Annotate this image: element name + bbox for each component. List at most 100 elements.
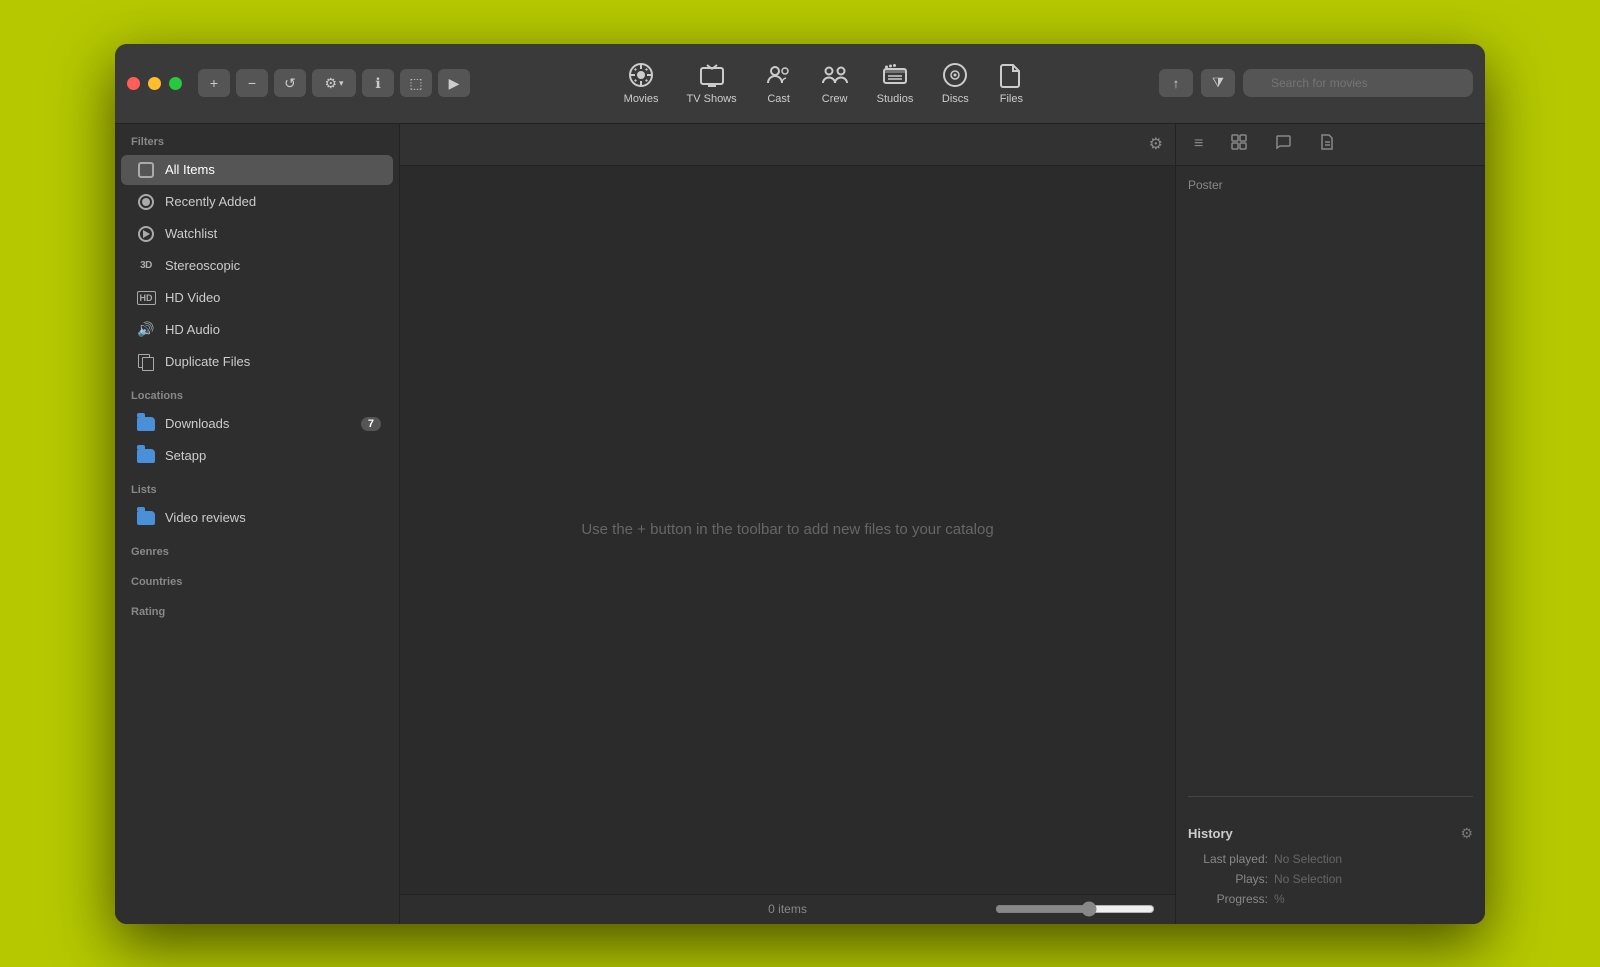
downloads-badge: 7 [361,417,381,431]
sidebar-item-video-reviews[interactable]: Video reviews [121,503,393,533]
locations-header[interactable]: Locations [115,378,399,408]
divider [1188,796,1473,797]
history-header: History ⚙ [1188,825,1473,842]
toolbar-left: + − ↺ ⚙ ▾ ℹ ⬚ ▶ [198,69,470,97]
all-items-icon [137,161,155,179]
right-panel-content: Poster [1176,166,1485,817]
refresh-button[interactable]: ↺ [274,69,306,97]
downloads-label: Downloads [165,416,229,431]
tvshows-icon [698,61,726,89]
nav-crew[interactable]: Crew [821,61,849,105]
close-button[interactable] [127,77,140,90]
play-icon: ▶ [449,75,460,92]
cast-icon [765,61,793,89]
toolbar-right: ↑ ⧩ 🔍 [1159,69,1473,97]
sidebar-item-setapp[interactable]: Setapp [121,441,393,471]
sidebar-item-stereoscopic[interactable]: 3D Stereoscopic [121,251,393,281]
downloads-folder-icon [137,415,155,433]
sidebar-item-watchlist[interactable]: Watchlist [121,219,393,249]
sidebar: Filters All Items Recently Added [115,124,400,924]
empty-state-text: Use the + button in the toolbar to add n… [581,521,993,538]
stereoscopic-label: Stereoscopic [165,258,240,273]
tab-chat-view[interactable] [1269,130,1297,159]
chevron-down-icon: ▾ [339,78,344,89]
zoom-slider[interactable] [995,901,1155,917]
sidebar-item-hd-audio[interactable]: 🔊 HD Audio [121,315,393,345]
history-row-progress: Progress: % [1188,892,1473,906]
hd-audio-icon: 🔊 [137,321,155,339]
status-bar: 0 items [400,894,1175,924]
window-controls [127,77,182,90]
stereoscopic-icon: 3D [137,257,155,275]
movies-icon [627,61,655,89]
last-played-value: No Selection [1274,852,1342,866]
plays-value: No Selection [1274,872,1342,886]
nav-cast[interactable]: Cast [765,61,793,105]
nav-studios-label: Studios [877,93,914,105]
history-section: History ⚙ Last played: No Selection Play… [1176,817,1485,924]
sidebar-item-all-items[interactable]: All Items [121,155,393,185]
nav-discs[interactable]: Discs [941,61,969,105]
nav-tvshows[interactable]: TV Shows [687,61,737,105]
share-icon: ↑ [1173,76,1180,91]
sidebar-item-duplicate-files[interactable]: Duplicate Files [121,347,393,377]
main-content: Filters All Items Recently Added [115,124,1485,924]
right-panel: ≡ [1175,124,1485,924]
setapp-folder-icon [137,447,155,465]
minus-button[interactable]: − [236,69,268,97]
hd-video-label: HD Video [165,290,220,305]
nav-studios[interactable]: Studios [877,61,914,105]
add-button[interactable]: + [198,69,230,97]
rating-header[interactable]: Rating [115,594,399,624]
files-icon [997,61,1025,89]
center-settings-icon[interactable]: ⚙ [1149,134,1163,154]
nav-movies[interactable]: Movies [624,61,659,105]
sidebar-item-recently-added[interactable]: Recently Added [121,187,393,217]
maximize-button[interactable] [169,77,182,90]
info-button[interactable]: ℹ [362,69,394,97]
history-row-plays: Plays: No Selection [1188,872,1473,886]
chat-icon [1275,134,1291,150]
hd-video-icon: HD [137,289,155,307]
nav-discs-label: Discs [942,93,969,105]
video-reviews-icon [137,509,155,527]
nav-files-label: Files [1000,93,1023,105]
lists-header[interactable]: Lists [115,472,399,502]
sidebar-item-downloads[interactable]: Downloads 7 [121,409,393,439]
image-button[interactable]: ⬚ [400,69,432,97]
share-button[interactable]: ↑ [1159,69,1193,97]
minimize-button[interactable] [148,77,161,90]
history-gear-icon[interactable]: ⚙ [1460,825,1473,842]
countries-header[interactable]: Countries [115,564,399,594]
poster-section: Poster [1188,178,1473,788]
gear-button[interactable]: ⚙ ▾ [312,69,356,97]
play-button[interactable]: ▶ [438,69,470,97]
item-count: 0 items [768,902,807,916]
nav-cast-label: Cast [767,93,790,105]
filter-button[interactable]: ⧩ [1201,69,1235,97]
app-window: + − ↺ ⚙ ▾ ℹ ⬚ ▶ [115,44,1485,924]
zoom-slider-container [995,901,1155,917]
grid-view-icon [1231,134,1247,150]
sidebar-item-hd-video[interactable]: HD HD Video [121,283,393,313]
info-icon: ℹ [375,75,380,92]
recently-added-icon [137,193,155,211]
tab-list-view[interactable]: ≡ [1188,131,1209,157]
tab-doc-view[interactable] [1313,130,1341,159]
genres-header[interactable]: Genres [115,534,399,564]
history-title: History [1188,826,1233,841]
tab-grid-view[interactable] [1225,130,1253,159]
title-bar: + − ↺ ⚙ ▾ ℹ ⬚ ▶ [115,44,1485,124]
all-items-label: All Items [165,162,215,177]
last-played-key: Last played: [1188,852,1268,866]
history-row-last-played: Last played: No Selection [1188,852,1473,866]
duplicate-files-label: Duplicate Files [165,354,250,369]
doc-icon [1319,134,1335,150]
search-input[interactable] [1243,69,1473,97]
filters-header: Filters [115,124,399,154]
progress-key: Progress: [1188,892,1268,906]
watchlist-label: Watchlist [165,226,217,241]
nav-tvshows-label: TV Shows [687,93,737,105]
nav-files[interactable]: Files [997,61,1025,105]
nav-crew-label: Crew [822,93,848,105]
